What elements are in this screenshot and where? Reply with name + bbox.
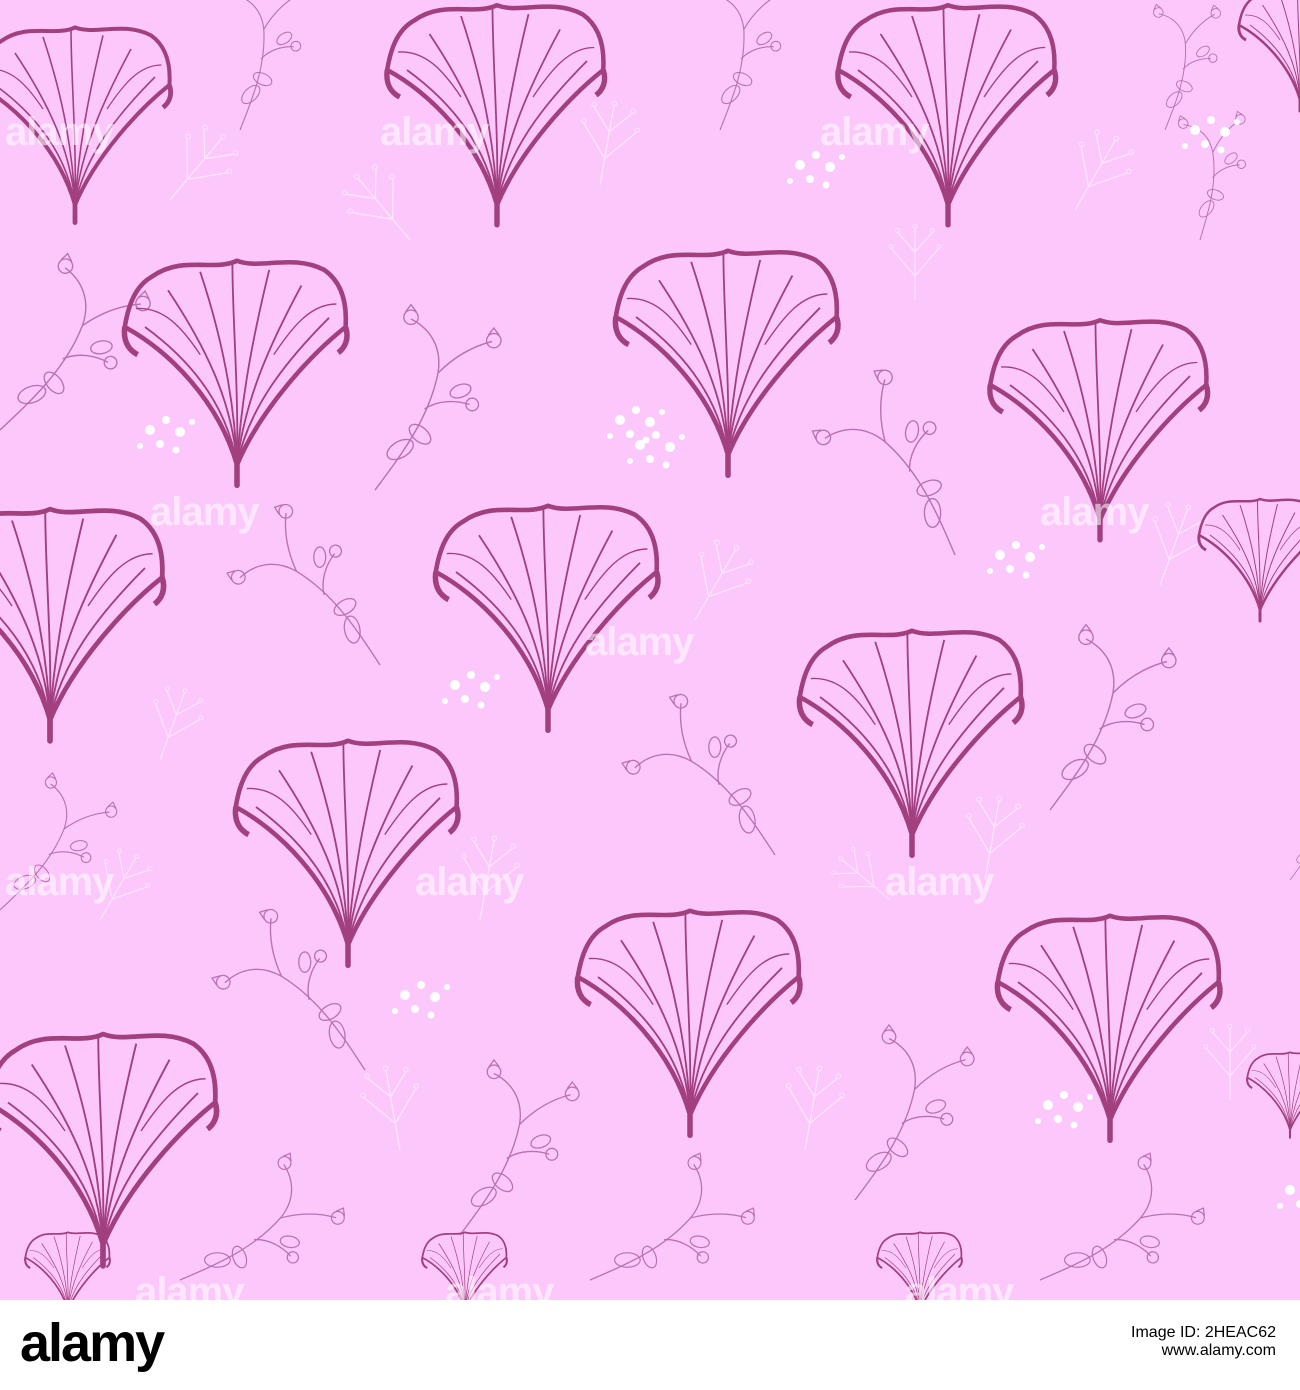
- image-id-label: Image ID:: [1131, 1324, 1201, 1341]
- footer-url: www.alamy.com: [1161, 1342, 1276, 1359]
- floral-pattern: [0, 0, 1300, 1300]
- stock-footer: alamy Image ID: 2HEAC62 www.alamy.com: [0, 1300, 1300, 1390]
- image-id-value: 2HEAC62: [1204, 1324, 1276, 1341]
- image-id-line: Image ID: 2HEAC62: [1131, 1324, 1276, 1342]
- pattern-image: alamy alamy alamy alamy alamy alamy alamy alamy…: [0, 0, 1300, 1300]
- footer-logo: alamy: [20, 1313, 165, 1373]
- footer-info: Image ID: 2HEAC62 www.alamy.com: [1131, 1324, 1276, 1360]
